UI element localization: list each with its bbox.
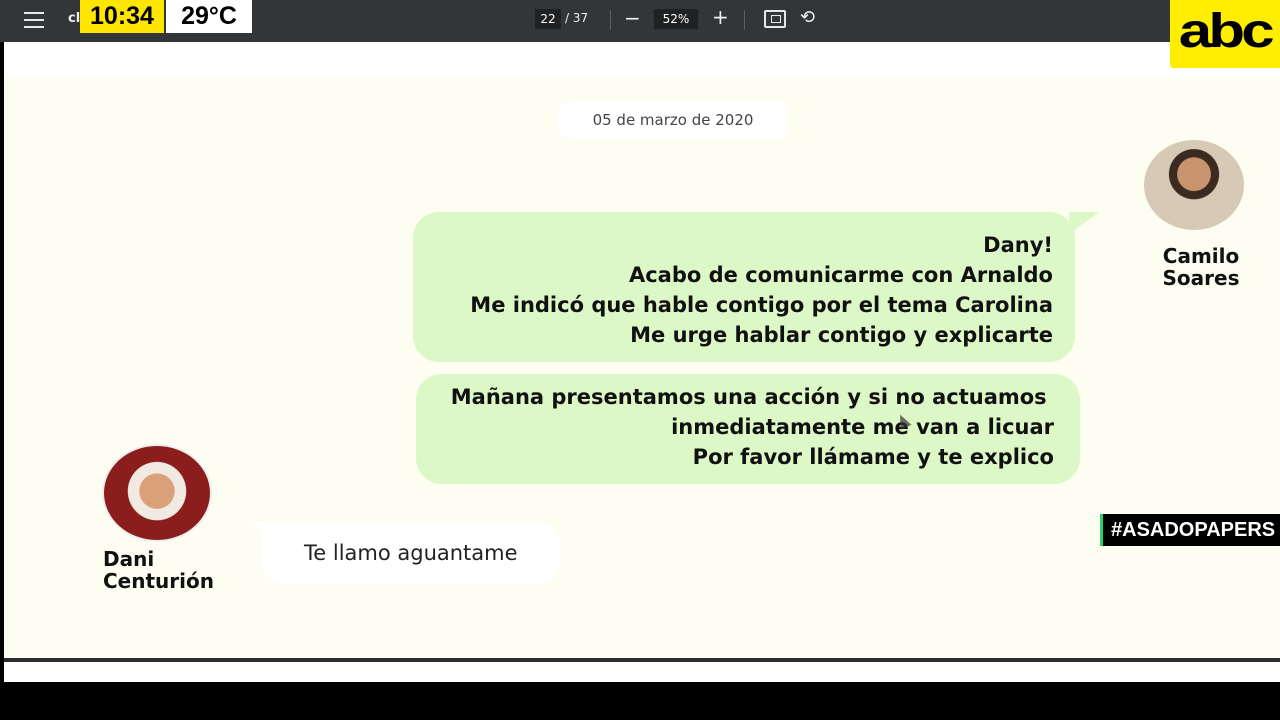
sender-name-camilo: Camilo Soares [1156,245,1246,289]
toolbar-divider [744,10,745,30]
rotate-icon[interactable]: ⟲ [800,7,815,28]
abc-logo: abc [1170,0,1280,68]
message-line: Me indicó que hable contigo por el tema … [470,293,1053,317]
date-separator: 05 de marzo de 2020 [558,101,788,139]
hashtag-badge: #ASADOPAPERS [1100,514,1280,546]
message-line: inmediatamente me van a licuar [671,415,1054,439]
message-bubble-in: Te llamo aguantame [252,522,560,584]
sender-name-line: Dani [103,547,155,571]
zoom-level-input[interactable]: 52% [654,9,698,29]
page-top-strip [4,42,1280,78]
message-line: Acabo de comunicarme con Arnaldo [628,263,1053,287]
temperature: 29°C [166,0,252,33]
page-total: / 37 [565,11,589,25]
message-line: Por favor llámame y te explico [692,445,1054,469]
message-bubble-out: Dany! Acabo de comunicarme con Arnaldo M… [413,212,1099,362]
avatar-camilo [1144,140,1244,230]
message-line: Me urge hablar contigo y explicarte [630,323,1053,347]
document-title: cl [68,11,81,26]
logo-text: abc [1178,4,1275,58]
sender-name-line: Centurión [103,569,214,593]
sender-name-dani: Dani Centurión [103,548,214,592]
zoom-out-button[interactable]: − [624,6,641,30]
message-line: Dany! [983,233,1053,257]
sender-name-line: Soares [1162,266,1240,290]
clock: 10:34 [80,0,164,33]
page-number-input[interactable]: 22 [535,9,561,29]
message-bubble-out: Mañana presentamos una acción y si no ac… [416,374,1080,484]
next-page-strip [4,662,1280,682]
sender-name-line: Camilo [1162,244,1240,268]
avatar-dani [102,444,212,542]
message-line: Mañana presentamos una acción y si no ac… [450,385,1054,409]
toolbar-divider [610,10,611,30]
menu-icon[interactable] [24,12,44,28]
fit-page-icon[interactable] [764,10,786,28]
zoom-in-button[interactable]: + [712,5,729,29]
